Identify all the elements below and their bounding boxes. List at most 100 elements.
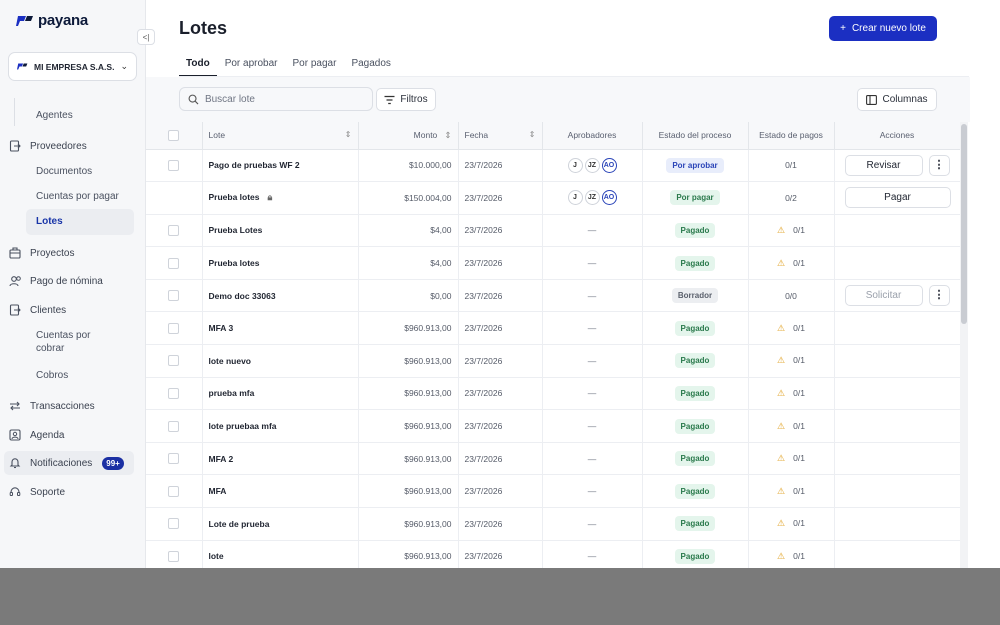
- tab-por-pagar[interactable]: Por pagar: [286, 57, 344, 77]
- amount-cell: $960.913,00: [358, 474, 459, 509]
- table-row[interactable]: Lote de prueba $960.913,00 23/7/2026 — Pagad…: [146, 507, 961, 541]
- payment-status-cell: ⚠ 0/1: [748, 214, 835, 248]
- row-checkbox[interactable]: [168, 225, 180, 237]
- lote-name-cell[interactable]: Lote de prueba: [202, 507, 359, 541]
- process-status-cell: Por pagar: [642, 181, 749, 215]
- row-checkbox[interactable]: [168, 518, 180, 530]
- row-action-button[interactable]: Revisar: [844, 154, 923, 176]
- header-fecha[interactable]: Fecha ⇕: [458, 122, 543, 150]
- search-input[interactable]: [204, 93, 364, 105]
- sidebar-item-proveedores[interactable]: Proveedores: [8, 135, 87, 157]
- actions-cell: [834, 214, 961, 248]
- lote-name-cell[interactable]: prueba mfa: [202, 377, 359, 411]
- vertical-scrollbar[interactable]: [961, 124, 967, 324]
- actions-cell: [834, 311, 961, 346]
- lote-name-cell[interactable]: lote nuevo: [202, 344, 359, 378]
- more-options-icon[interactable]: ⋮: [928, 154, 950, 176]
- table-row[interactable]: Prueba lotes 🔒︎ $150.004,00 23/7/2026 J JZ AO P…: [146, 181, 961, 215]
- row-checkbox[interactable]: [168, 388, 180, 400]
- create-lote-button[interactable]: + Crear nuevo lote: [829, 16, 937, 41]
- sidebar-item-lotes[interactable]: Lotes: [26, 209, 134, 235]
- company-selector[interactable]: MI EMPRESA S.A.S. ⌄: [8, 52, 137, 81]
- tab-todo[interactable]: Todo: [179, 57, 217, 77]
- row-checkbox[interactable]: [168, 322, 180, 334]
- payana-logo[interactable]: payana: [16, 12, 88, 29]
- payment-count: 0/1: [785, 160, 797, 171]
- actions-cell: [834, 409, 961, 443]
- lote-name-cell[interactable]: Demo doc 33063: [202, 279, 359, 313]
- sort-icon: ⇕: [528, 130, 536, 140]
- actions-cell: [834, 442, 961, 476]
- row-checkbox[interactable]: [168, 551, 180, 563]
- sidebar-item-documentos[interactable]: Documentos: [36, 165, 92, 178]
- sidebar-item-agenda[interactable]: Agenda: [8, 424, 64, 446]
- lote-name-cell[interactable]: lote: [202, 540, 359, 568]
- more-options-icon[interactable]: ⋮: [928, 285, 950, 307]
- header-label: Fecha: [464, 130, 489, 141]
- header-monto[interactable]: Monto ⇕: [358, 122, 459, 150]
- sidebar-item-cuentas-por-pagar[interactable]: Cuentas por pagar: [36, 190, 119, 203]
- status-badge: Pagado: [674, 255, 716, 271]
- amount-cell: $0,00: [358, 279, 459, 313]
- file-arrow-icon: [8, 139, 22, 153]
- sidebar-item-nomina[interactable]: Pago de nómina: [8, 270, 103, 292]
- table-row[interactable]: lote nuevo $960.913,00 23/7/2026 — Pagado ⚠ 0/…: [146, 344, 961, 378]
- row-action-button[interactable]: Solicitar: [844, 285, 923, 307]
- sidebar-item-cobros[interactable]: Cobros: [36, 369, 68, 382]
- amount-cell: $960.913,00: [358, 377, 459, 411]
- row-checkbox[interactable]: [168, 290, 180, 302]
- table-row[interactable]: lote $960.913,00 23/7/2026 — Pagado ⚠ 0/1: [146, 540, 961, 568]
- warning-icon: ⚠: [777, 518, 786, 529]
- file-arrow-icon: [8, 303, 22, 317]
- table-row[interactable]: MFA 3 $960.913,00 23/7/2026 — Pagado ⚠ 0/1: [146, 311, 961, 346]
- lote-name-cell[interactable]: MFA: [202, 474, 359, 509]
- sidebar-item-proyectos[interactable]: Proyectos: [8, 242, 74, 264]
- search-box[interactable]: [179, 87, 373, 111]
- table-row[interactable]: Prueba lotes $4,00 23/7/2026 — Pagado ⚠ 0/1: [146, 246, 961, 280]
- table-row[interactable]: MFA $960.913,00 23/7/2026 — Pagado ⚠ 0/1: [146, 474, 961, 509]
- row-checkbox[interactable]: [168, 355, 180, 367]
- row-action-button[interactable]: Pagar: [844, 187, 951, 209]
- lote-name-cell[interactable]: MFA 3: [202, 311, 359, 346]
- table-row[interactable]: Pago de pruebas WF 2 $10.000,00 23/7/2026 J…: [146, 149, 961, 183]
- row-checkbox[interactable]: [168, 453, 180, 465]
- columns-icon: [866, 94, 878, 105]
- lote-name-cell[interactable]: MFA 2: [202, 442, 359, 476]
- columns-button[interactable]: Columnas: [857, 88, 937, 111]
- sidebar-item-transacciones[interactable]: Transacciones: [8, 395, 95, 417]
- sidebar-item-agentes[interactable]: Agentes: [36, 109, 73, 122]
- table-row[interactable]: prueba mfa $960.913,00 23/7/2026 — Pagado ⚠ 0/…: [146, 377, 961, 411]
- collapse-sidebar-button[interactable]: <|: [137, 29, 155, 45]
- header-lote[interactable]: Lote ⇕: [202, 122, 359, 150]
- sidebar-item-clientes[interactable]: Clientes: [8, 299, 66, 321]
- warning-icon: ⚠: [777, 420, 786, 431]
- row-checkbox[interactable]: [168, 159, 180, 171]
- tab-pagados[interactable]: Pagados: [344, 57, 397, 77]
- lote-name-cell[interactable]: lote pruebaa mfa: [202, 409, 359, 443]
- lote-name-cell[interactable]: Prueba Lotes: [202, 214, 359, 248]
- lotes-table: Lote ⇕ Monto ⇕ Fecha ⇕ Aprobadores Estado …: [146, 122, 961, 568]
- payment-status-cell: ⚠ 0/1: [748, 377, 835, 411]
- tab-por-aprobar[interactable]: Por aprobar: [218, 57, 285, 77]
- sidebar-item-cuentas-por-cobrar[interactable]: Cuentas por cobrar: [36, 329, 116, 355]
- select-all-checkbox[interactable]: [168, 129, 180, 141]
- row-checkbox[interactable]: [168, 485, 180, 497]
- filters-button[interactable]: Filtros: [376, 88, 436, 111]
- sidebar-item-soporte[interactable]: Soporte: [8, 481, 65, 503]
- table-row[interactable]: Demo doc 33063 $0,00 23/7/2026 — Borrador 0/0…: [146, 279, 961, 313]
- row-select-cell: [146, 214, 203, 248]
- lote-name-cell[interactable]: Pago de pruebas WF 2: [202, 149, 359, 183]
- no-approvers: —: [587, 258, 597, 269]
- table-row[interactable]: lote pruebaa mfa $960.913,00 23/7/2026 — Pag…: [146, 409, 961, 443]
- payment-status-cell: 0/1: [748, 149, 835, 183]
- actions-cell: [834, 507, 961, 541]
- lote-name-cell[interactable]: Prueba lotes 🔒︎: [202, 181, 359, 215]
- table-row[interactable]: Prueba Lotes $4,00 23/7/2026 — Pagado ⚠ 0/1: [146, 214, 961, 248]
- sidebar-item-notificaciones[interactable]: Notificaciones 99+: [8, 452, 124, 474]
- lote-name: prueba mfa: [208, 388, 255, 399]
- lote-name-cell[interactable]: Prueba lotes: [202, 246, 359, 280]
- row-checkbox[interactable]: [168, 420, 180, 432]
- avatar: AO: [601, 157, 617, 173]
- table-row[interactable]: MFA 2 $960.913,00 23/7/2026 — Pagado ⚠ 0/1: [146, 442, 961, 476]
- row-checkbox[interactable]: [168, 257, 180, 269]
